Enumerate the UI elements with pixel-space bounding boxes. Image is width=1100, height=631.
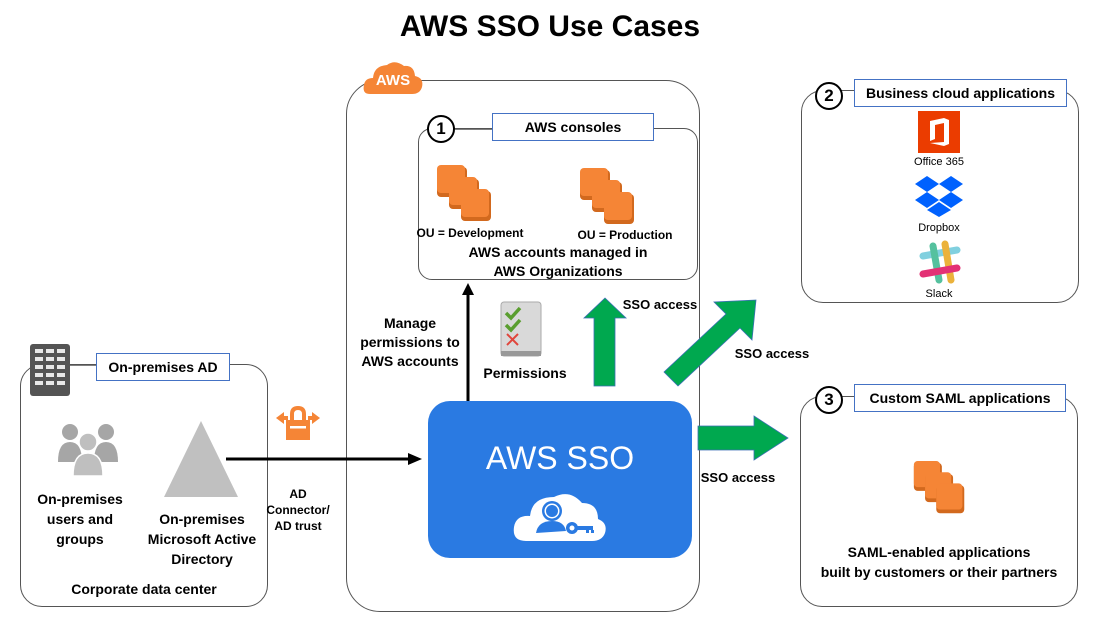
aws-sso-title: AWS SSO bbox=[485, 440, 635, 476]
on-prem-ad-label: On-premises AD bbox=[96, 353, 230, 381]
permissions-label: Permissions bbox=[483, 365, 567, 381]
on-prem-ad-line3: Directory bbox=[171, 551, 233, 567]
corporate-data-center-label: Corporate data center bbox=[71, 581, 217, 597]
sso-access-right-arrow bbox=[697, 415, 789, 461]
consoles-caption-line1: AWS accounts managed in bbox=[468, 244, 648, 260]
office365-label: Office 365 bbox=[914, 156, 964, 168]
section-number-3: 3 bbox=[815, 386, 843, 414]
saml-caption-line2: built by customers or their partners bbox=[820, 564, 1058, 580]
dropbox-label: Dropbox bbox=[918, 222, 960, 234]
permissions-checklist-icon bbox=[500, 301, 542, 357]
on-prem-users-line2: users and bbox=[46, 511, 114, 527]
sso-access-diagonal-label: SSO access bbox=[734, 346, 810, 361]
ad-connector-line1: AD bbox=[289, 487, 307, 501]
business-apps-label: Business cloud applications bbox=[854, 79, 1067, 107]
ou-development-label: OU = Development bbox=[416, 226, 524, 240]
on-prem-users-line3: groups bbox=[56, 531, 104, 547]
building-icon bbox=[30, 344, 70, 396]
aws-badge-label: AWS bbox=[375, 72, 411, 89]
ad-connector-arrow bbox=[226, 453, 422, 465]
manage-permissions-line1: Manage bbox=[383, 315, 437, 331]
consoles-connector-line bbox=[455, 128, 495, 130]
slack-icon[interactable] bbox=[917, 240, 963, 286]
ou-development-accounts-icon bbox=[437, 165, 491, 221]
ad-connector-line3: AD trust bbox=[274, 519, 322, 533]
ad-connector-line2: Connector/ bbox=[266, 503, 330, 517]
ou-production-accounts-icon bbox=[580, 168, 634, 224]
aws-consoles-label: AWS consoles bbox=[492, 113, 654, 141]
dropbox-icon[interactable] bbox=[915, 175, 963, 217]
on-prem-label-connector bbox=[70, 364, 96, 366]
office365-icon[interactable] bbox=[918, 111, 960, 153]
consoles-caption-line2: AWS Organizations bbox=[493, 263, 623, 279]
users-group-icon bbox=[58, 424, 118, 477]
on-prem-ad-line2: Microsoft Active bbox=[147, 531, 257, 547]
sso-identity-cloud-icon bbox=[513, 494, 606, 541]
ad-connector-icon bbox=[276, 406, 320, 440]
sso-access-right-label: SSO access bbox=[700, 470, 776, 485]
slack-label: Slack bbox=[925, 288, 953, 300]
ou-production-label: OU = Production bbox=[577, 228, 673, 242]
section-number-1: 1 bbox=[427, 115, 455, 143]
section-number-2: 2 bbox=[815, 82, 843, 110]
on-prem-users-line1: On-premises bbox=[37, 491, 123, 507]
saml-caption-line1: SAML-enabled applications bbox=[847, 544, 1031, 560]
manage-permissions-line3: AWS accounts bbox=[361, 353, 459, 369]
manage-permissions-line2: permissions to bbox=[360, 334, 460, 350]
diagram-title: AWS SSO Use Cases bbox=[399, 10, 701, 43]
sso-access-diagonal-arrow bbox=[663, 299, 757, 387]
custom-saml-label: Custom SAML applications bbox=[854, 384, 1066, 412]
saml-applications-icon bbox=[913, 461, 965, 514]
on-prem-ad-line1: On-premises bbox=[159, 511, 245, 527]
